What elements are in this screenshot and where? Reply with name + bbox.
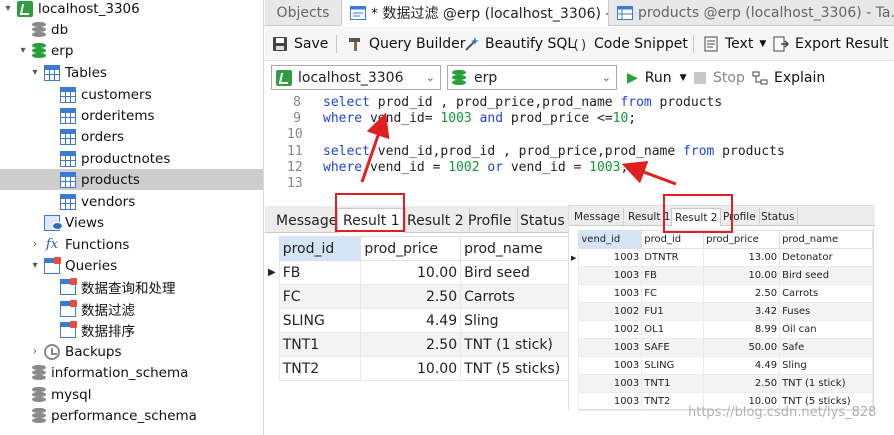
watermark-text: https://blog.csdn.net/lys_828 [688, 405, 877, 420]
annotation-arrow-2 [621, 160, 677, 186]
annotation-arrow-1 [360, 112, 390, 183]
annotation-arrows [360, 112, 677, 186]
